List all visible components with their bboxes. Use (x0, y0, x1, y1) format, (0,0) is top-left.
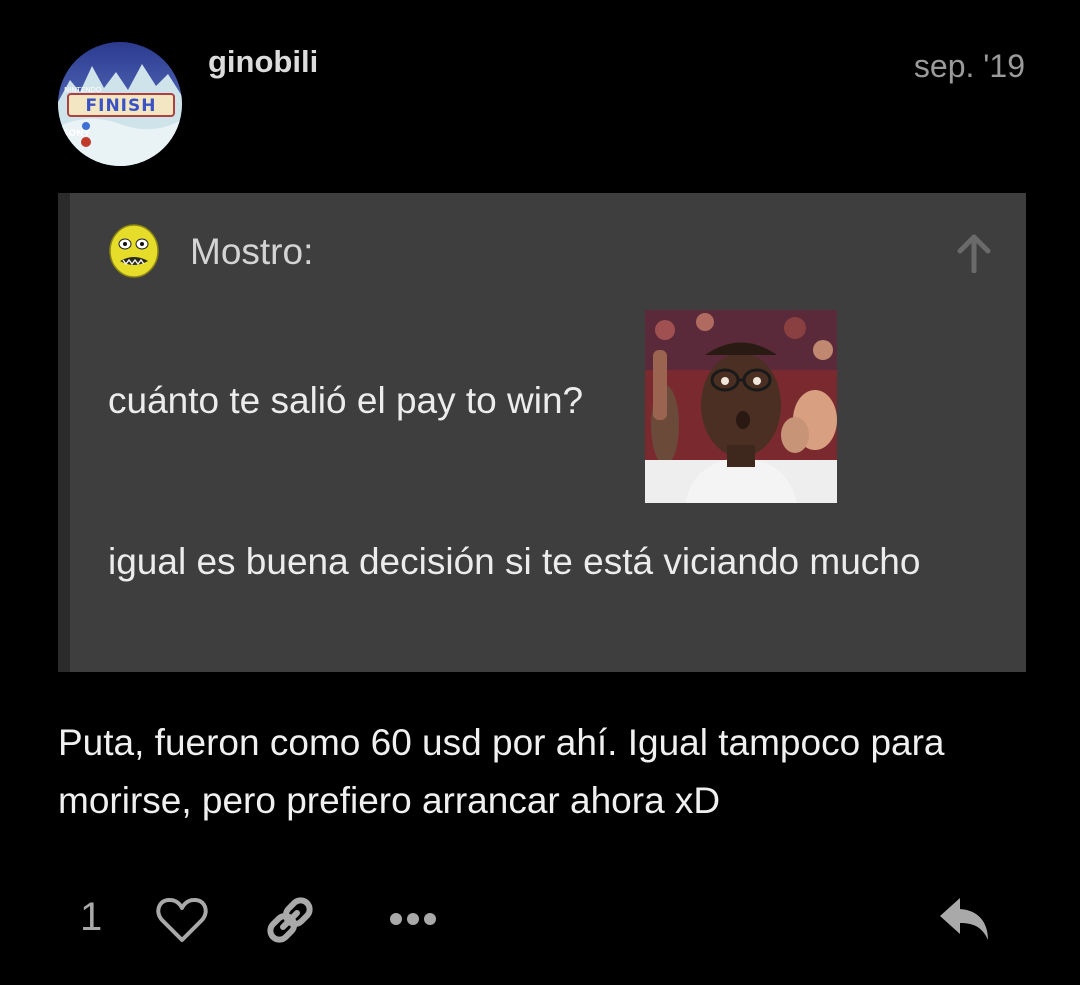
likes-count[interactable]: 1 (80, 895, 102, 940)
quote-author-name: Mostro: (190, 231, 314, 272)
post-username[interactable]: ginobili (208, 44, 318, 80)
quote-text-line1: cuánto te salió el pay to win? (108, 380, 584, 421)
quote-author-avatar[interactable] (108, 223, 160, 279)
post-body-text: Puta, fueron como 60 usd por ahí. Igual … (58, 722, 945, 821)
avatar-word: FINISH (86, 96, 157, 116)
heart-icon[interactable] (156, 896, 208, 944)
link-icon[interactable] (264, 894, 316, 946)
quote-text-line2: igual es buena decisión si te está vicia… (108, 541, 921, 582)
quote-block: Mostro: cuánto te salió el pay to win? i… (58, 193, 1026, 672)
avatar-brand-top: NINTENDO (64, 86, 102, 94)
reply-icon[interactable] (938, 896, 992, 944)
user-avatar[interactable]: FINISH NINTENDO SONY (58, 42, 182, 166)
quote-border (58, 193, 70, 672)
more-icon[interactable] (388, 910, 438, 928)
post-date[interactable]: sep. '19 (914, 48, 1025, 85)
arrow-up-icon[interactable] (956, 233, 992, 274)
reaction-image[interactable] (645, 310, 837, 503)
